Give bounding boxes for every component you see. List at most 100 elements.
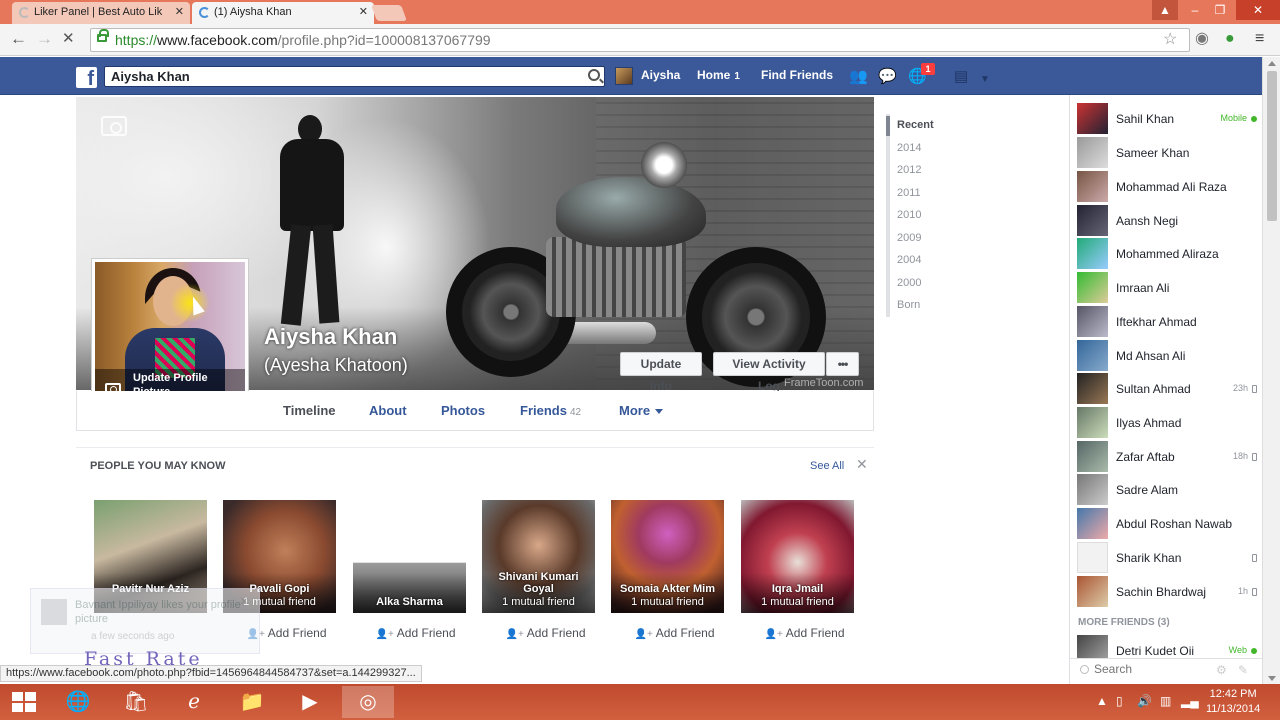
facebook-search[interactable] xyxy=(104,66,605,87)
store-app-icon[interactable]: 🛍 xyxy=(110,686,162,718)
browser-tab-liker-panel[interactable]: Liker Panel | Best Auto Lik ✕ xyxy=(12,2,190,24)
signal-icon[interactable]: ▂▄ xyxy=(1181,694,1199,708)
year-link[interactable]: 2000 xyxy=(897,272,934,295)
person-name[interactable]: Shivani Kumari Goyal xyxy=(482,571,595,595)
settings-chevron-down-icon[interactable]: ▼ xyxy=(980,72,990,87)
chat-friend-row[interactable]: Sachin Bhardwaj 1h xyxy=(1077,575,1257,608)
tab-close-icon[interactable]: ✕ xyxy=(359,2,368,22)
chat-friend-row[interactable]: Sadre Alam xyxy=(1077,473,1257,506)
address-bar[interactable]: https://www.facebook.com/profile.php?id=… xyxy=(90,28,1190,52)
year-link[interactable]: Recent xyxy=(897,114,934,137)
chat-friend-row[interactable]: Sahil Khan Mobile xyxy=(1077,102,1257,135)
tab-timeline[interactable]: Timeline xyxy=(283,403,336,418)
url-text[interactable]: https://www.facebook.com/profile.php?id=… xyxy=(115,32,491,48)
network-icon[interactable]: ▥ xyxy=(1160,694,1171,708)
close-icon[interactable]: ✕ xyxy=(856,456,868,473)
page-scrollbar[interactable] xyxy=(1262,57,1280,685)
tray-device-icon[interactable]: ▯ xyxy=(1116,694,1123,708)
chat-friend-row[interactable]: Abdul Roshan Nawab xyxy=(1077,507,1257,540)
chat-friend-row[interactable]: Aansh Negi xyxy=(1077,204,1257,237)
year-link[interactable]: 2010 xyxy=(897,204,934,227)
more-options-button[interactable]: ••• xyxy=(826,352,859,376)
search-icon[interactable] xyxy=(588,69,600,81)
menu-icon[interactable]: ≡ xyxy=(1255,29,1264,49)
see-all-link[interactable]: See All xyxy=(810,460,844,472)
user-avatar[interactable] xyxy=(615,67,633,85)
user-profile-icon[interactable]: ▲ xyxy=(1152,0,1178,20)
minimize-button[interactable]: – xyxy=(1182,0,1208,20)
friend-requests-icon[interactable]: 👥 xyxy=(849,69,868,84)
maximize-button[interactable]: ❐ xyxy=(1208,0,1232,20)
profile-picture[interactable]: Update Profile Picture xyxy=(95,262,245,411)
stop-icon[interactable]: ✕ xyxy=(62,30,75,48)
person-card[interactable]: Shivani Kumari Goyal 1 mutual friend xyxy=(482,500,595,613)
add-friend-button[interactable]: 👤+Add Friend xyxy=(618,626,731,640)
chat-friend-row[interactable]: Zafar Aftab 18h xyxy=(1077,440,1257,473)
system-clock[interactable]: 12:42 PM 11/13/2014 xyxy=(1206,687,1260,717)
person-card[interactable]: Alka Sharma xyxy=(353,500,466,613)
tray-up-arrow-icon[interactable]: ▲ xyxy=(1096,694,1108,708)
media-player-icon[interactable]: ▶ xyxy=(284,686,336,718)
change-cover-camera-icon[interactable] xyxy=(101,116,127,136)
chat-friend-row[interactable]: Imraan Ali xyxy=(1077,271,1257,304)
update-info-button[interactable]: Update Info xyxy=(620,352,702,393)
internet-explorer-icon[interactable]: ℯ xyxy=(168,686,220,718)
add-friend-button[interactable]: 👤+Add Friend xyxy=(489,626,602,640)
year-link[interactable]: 2012 xyxy=(897,159,934,182)
tab-about[interactable]: About xyxy=(369,403,407,418)
chrome-app-icon[interactable]: ◎ xyxy=(342,686,394,718)
close-window-button[interactable]: ✕ xyxy=(1236,0,1280,20)
toast-close-icon[interactable]: ✕ xyxy=(240,595,249,608)
add-friend-button[interactable]: 👤+Add Friend xyxy=(748,626,861,640)
view-activity-log-button[interactable]: View Activity Log xyxy=(713,352,825,393)
chat-search-input[interactable] xyxy=(1094,662,1204,676)
person-card[interactable]: Iqra Jmail 1 mutual friend xyxy=(741,500,854,613)
chat-friend-row[interactable]: Sameer Khan xyxy=(1077,136,1257,169)
facebook-logo-icon[interactable]: f xyxy=(76,67,97,88)
back-arrow-icon[interactable]: ← xyxy=(10,30,27,48)
new-tab-button[interactable] xyxy=(371,5,407,21)
person-name[interactable]: Alka Sharma xyxy=(353,596,466,608)
search-input[interactable] xyxy=(105,67,575,86)
year-link[interactable]: 2011 xyxy=(897,182,934,205)
add-friend-button[interactable]: 👤+Add Friend xyxy=(359,626,472,640)
privacy-shortcuts-icon[interactable]: ▤ xyxy=(954,69,968,84)
notification-toast[interactable]: Bavnant Ippiliyay likes your profile pic… xyxy=(30,588,260,654)
profile-name[interactable]: Aiysha Khan xyxy=(264,324,397,350)
extension-green-icon[interactable]: ● xyxy=(1225,29,1235,49)
chat-friend-row[interactable]: Md Ahsan Ali xyxy=(1077,339,1257,372)
scrollbar-thumb[interactable] xyxy=(1267,71,1277,221)
year-link[interactable]: 2004 xyxy=(897,249,934,272)
tab-friends[interactable]: Friends 42 xyxy=(520,403,581,418)
chat-friend-row[interactable]: Iftekhar Ahmad xyxy=(1077,305,1257,338)
person-name[interactable]: Somaia Akter Mim xyxy=(611,583,724,595)
person-card[interactable]: Somaia Akter Mim 1 mutual friend xyxy=(611,500,724,613)
volume-icon[interactable]: 🔊 xyxy=(1137,694,1152,708)
gear-icon[interactable]: ⚙ xyxy=(1216,663,1227,677)
chat-friend-row[interactable]: Ilyas Ahmad xyxy=(1077,406,1257,439)
chat-friend-row[interactable]: Mohammad Ali Raza xyxy=(1077,170,1257,203)
bookmark-star-icon[interactable]: ☆ xyxy=(1163,30,1177,50)
tab-more[interactable]: More xyxy=(619,403,664,418)
scroll-down-arrow-icon[interactable] xyxy=(1268,676,1276,681)
tab-photos[interactable]: Photos xyxy=(441,403,485,418)
browser-tab-facebook[interactable]: (1) Aiyshа Khan ✕ xyxy=(192,2,374,24)
person-name[interactable]: Iqra Jmail xyxy=(741,583,854,595)
find-friends-link[interactable]: Find Friends xyxy=(761,68,833,82)
new-message-icon[interactable]: ✎ xyxy=(1238,663,1248,677)
chat-friend-row[interactable]: Mohammed Aliraza xyxy=(1077,237,1257,270)
chat-friend-row[interactable]: Sharik Khan xyxy=(1077,541,1257,574)
forward-arrow-icon[interactable]: → xyxy=(36,30,53,48)
profile-nav-link[interactable]: Aiysha xyxy=(641,68,680,82)
year-link[interactable]: 2009 xyxy=(897,227,934,250)
tab-close-icon[interactable]: ✕ xyxy=(175,2,184,22)
extension-icon[interactable]: ◉ xyxy=(1195,29,1209,49)
file-explorer-icon[interactable]: 📁 xyxy=(226,686,278,718)
messages-icon[interactable]: 💬 xyxy=(878,69,897,84)
scroll-up-arrow-icon[interactable] xyxy=(1268,61,1276,66)
chat-friend-row[interactable]: Sultan Ahmad 23h xyxy=(1077,372,1257,405)
globe-app-icon[interactable]: 🌐 xyxy=(52,686,104,718)
year-link[interactable]: 2014 xyxy=(897,137,934,160)
home-nav-link[interactable]: Home 1 xyxy=(697,68,740,82)
year-link[interactable]: Born xyxy=(897,294,934,317)
